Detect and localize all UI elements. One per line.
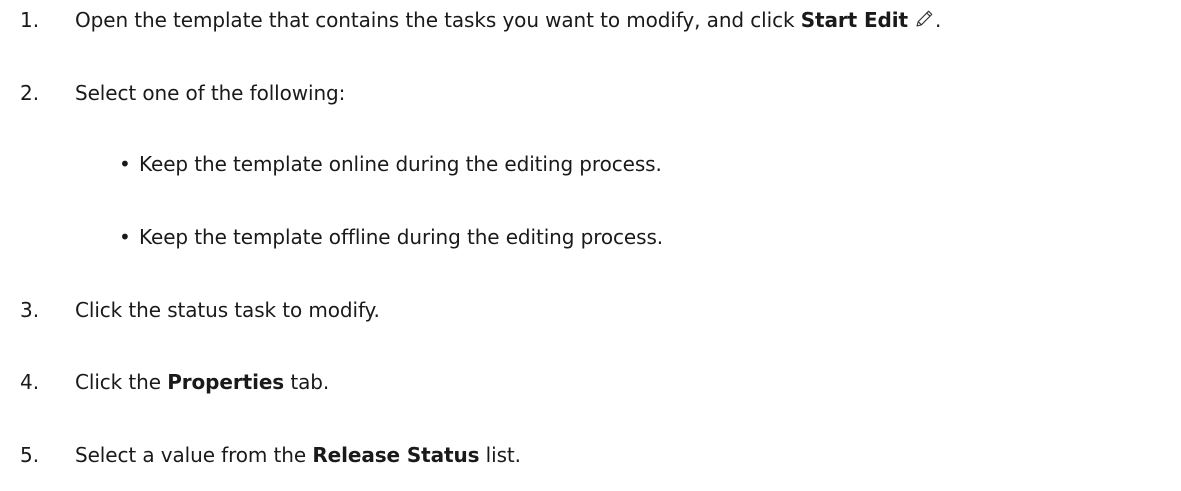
step-text-after: list.: [479, 443, 521, 467]
bullet-dot: •: [119, 225, 131, 249]
option-text: Keep the template online during the edit…: [139, 152, 662, 176]
step-number: 5.: [20, 443, 40, 467]
option-text: Keep the template offline during the edi…: [139, 225, 664, 249]
step-text: Select a value from the Release Status l…: [75, 441, 521, 469]
bullet-dot: •: [119, 152, 131, 176]
properties-tab-label: Properties: [167, 370, 285, 394]
start-edit-label: Start Edit: [800, 8, 908, 32]
step-text: Click the Properties tab.: [75, 368, 329, 396]
step-text: Click the status task to modify.: [75, 298, 380, 322]
step-number: 2.: [20, 81, 40, 105]
step-text-before: Select a value from the: [75, 443, 313, 467]
step-text-before: Click the: [75, 370, 168, 394]
step-text-after: .: [934, 8, 942, 32]
step-text-after: tab.: [284, 370, 330, 394]
step-text: Open the template that contains the task…: [75, 6, 941, 34]
step-number: 4.: [20, 370, 40, 394]
step-number: 1.: [20, 8, 40, 32]
step-text: Select one of the following:: [75, 81, 346, 105]
step-number: 3.: [20, 298, 40, 322]
step-text-before: Open the template that contains the task…: [75, 8, 801, 32]
pencil-icon: [916, 10, 933, 27]
release-status-label: Release Status: [312, 443, 480, 467]
